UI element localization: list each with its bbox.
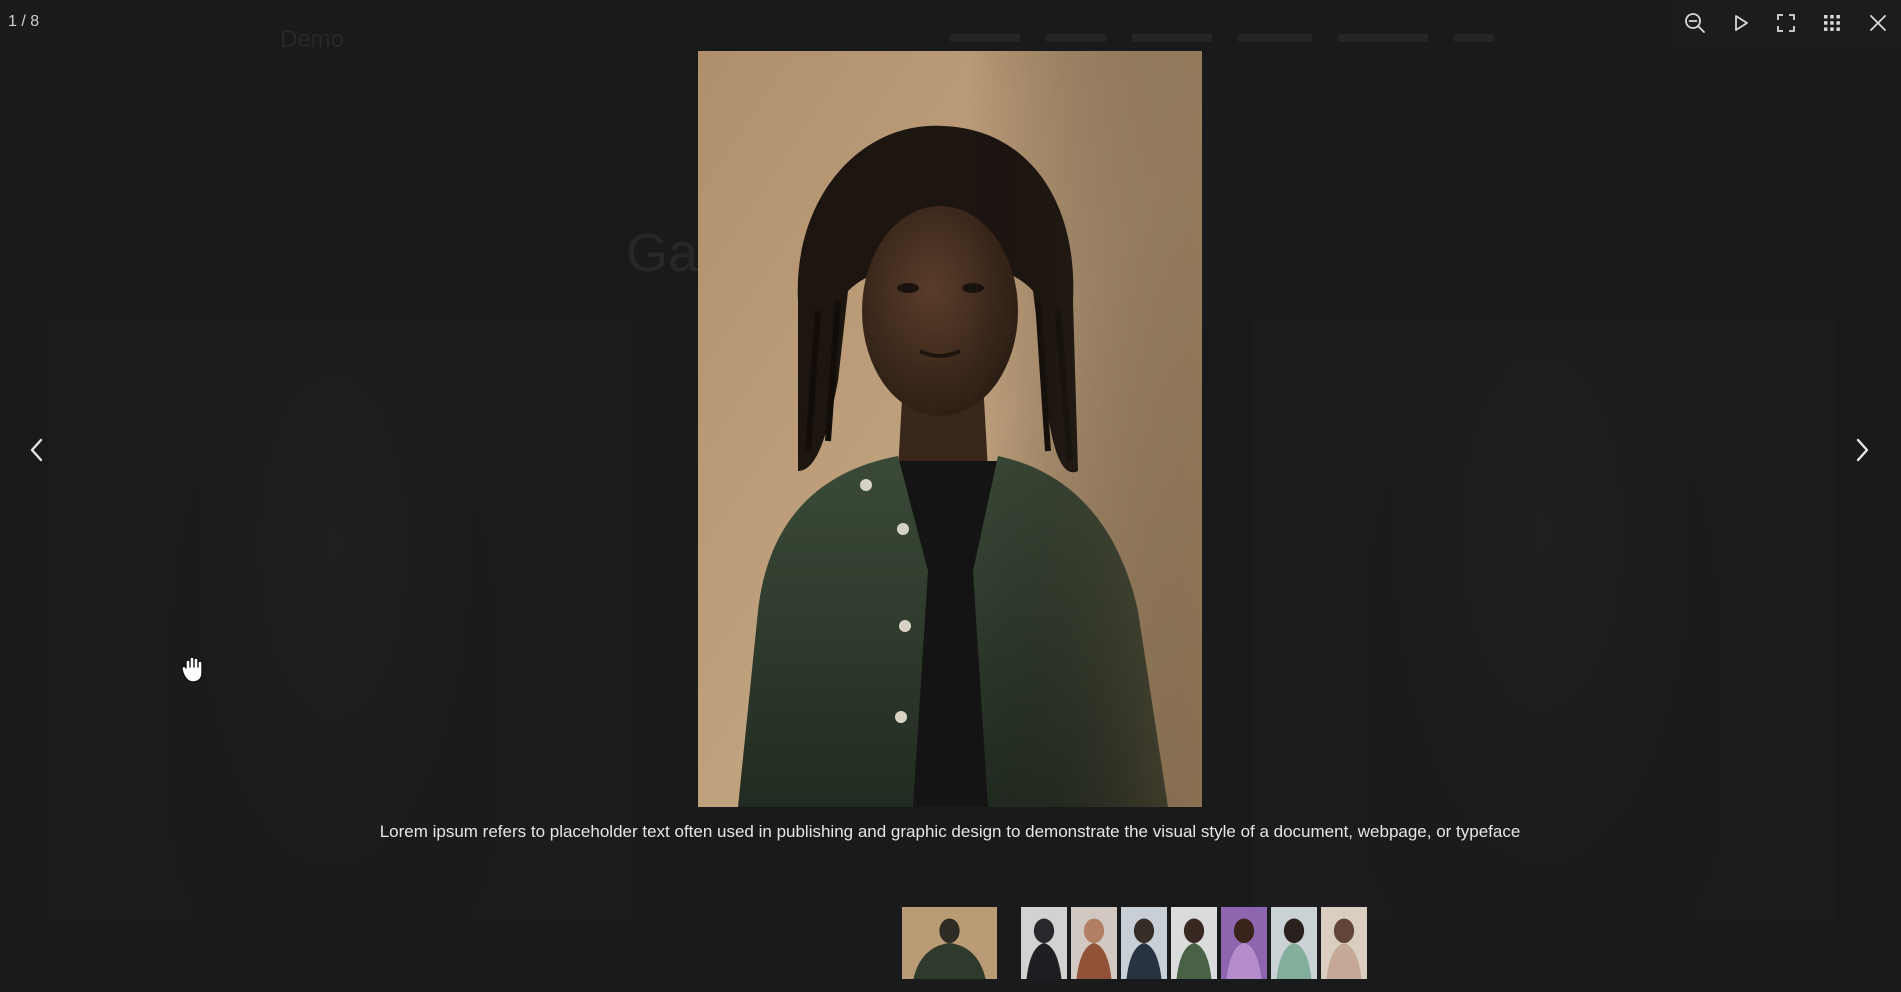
zoom-out-button[interactable] <box>1675 3 1715 43</box>
zoom-out-icon <box>1684 13 1705 33</box>
close-button[interactable] <box>1858 3 1898 43</box>
portrait-photo <box>698 51 1202 807</box>
thumbnail-8[interactable] <box>1321 907 1367 979</box>
main-slide-image[interactable] <box>698 51 1202 807</box>
thumbnail-6[interactable] <box>1221 907 1267 979</box>
thumbnail-7[interactable] <box>1271 907 1317 979</box>
thumbnail-image <box>1021 907 1067 979</box>
play-icon <box>1734 15 1748 31</box>
thumbnail-4[interactable] <box>1121 907 1167 979</box>
lightbox-page: Demo Gal 1 / 8 <box>0 0 1901 992</box>
grid-icon <box>1824 15 1841 31</box>
thumbnail-image <box>1171 907 1217 979</box>
chevron-left-icon <box>30 438 43 462</box>
fullscreen-button[interactable] <box>1766 3 1806 43</box>
previous-slide-button[interactable] <box>15 428 59 472</box>
thumbnail-5[interactable] <box>1171 907 1217 979</box>
lightbox-toolbar <box>1672 0 1901 46</box>
thumbnail-image <box>1071 907 1117 979</box>
thumbnail-image <box>1221 907 1267 979</box>
slide-counter: 1 / 8 <box>8 13 40 30</box>
slideshow-play-button[interactable] <box>1721 3 1761 43</box>
thumbnail-image <box>1321 907 1367 979</box>
thumbnail-1[interactable] <box>902 907 997 979</box>
thumbnail-image <box>1121 907 1167 979</box>
thumbnail-strip <box>902 907 1371 979</box>
thumbnails-grid-button[interactable] <box>1812 3 1852 43</box>
thumbnail-image <box>902 907 997 979</box>
fullscreen-icon <box>1777 14 1796 32</box>
next-slide-button[interactable] <box>1840 428 1884 472</box>
chevron-right-icon <box>1856 438 1869 462</box>
close-icon <box>1870 15 1886 31</box>
thumbnail-image <box>1271 907 1317 979</box>
slide-caption: Lorem ipsum refers to placeholder text o… <box>379 822 1521 841</box>
hand-cursor-icon <box>181 656 203 683</box>
thumbnail-2[interactable] <box>1021 907 1067 979</box>
thumbnail-3[interactable] <box>1071 907 1117 979</box>
